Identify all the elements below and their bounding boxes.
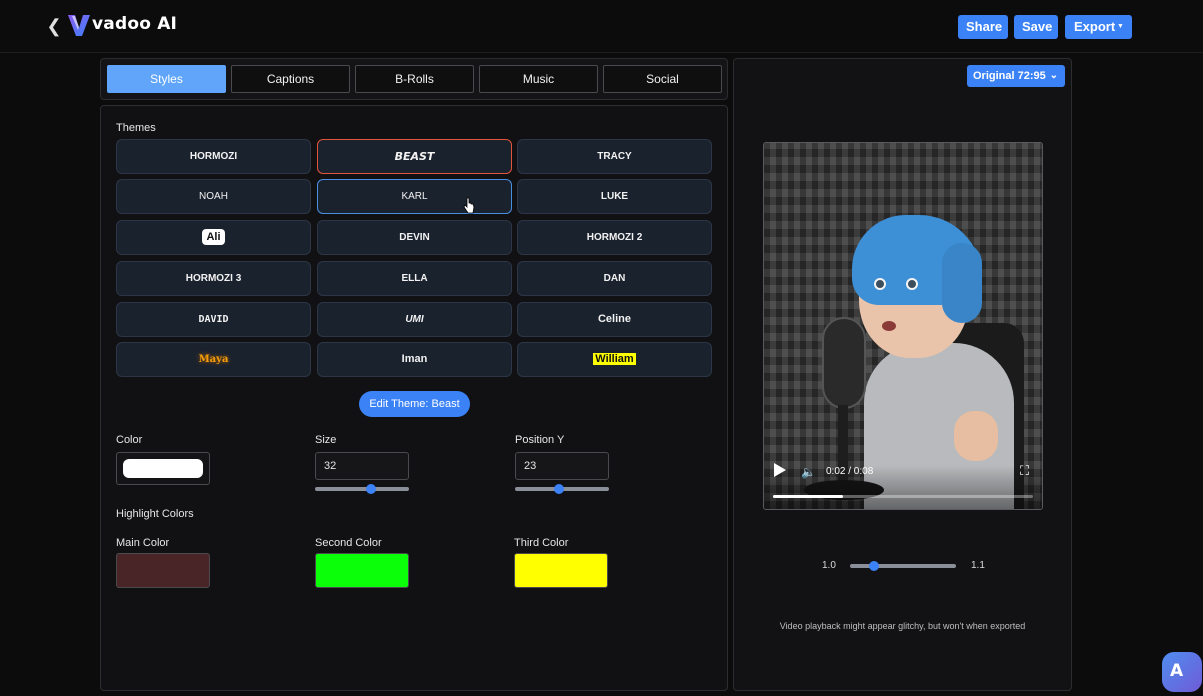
position-y-slider[interactable] <box>515 484 609 494</box>
video-child-hand <box>954 411 998 461</box>
theme-william-label: William <box>593 353 636 365</box>
export-label: Export <box>1074 19 1116 34</box>
hand-cursor-icon <box>463 197 475 214</box>
tab-b-rolls[interactable]: B-Rolls <box>355 65 474 93</box>
video-child-eye-left <box>874 278 886 290</box>
themes-heading: Themes <box>116 122 156 134</box>
main-color-label: Main Color <box>116 537 170 549</box>
video-microphone <box>822 317 866 409</box>
vadoo-logo-icon <box>68 15 90 36</box>
third-color-label: Third Color <box>514 537 569 549</box>
edit-theme-button[interactable]: Edit Theme: Beast <box>359 391 470 417</box>
position-y-input[interactable]: 23 <box>515 452 609 480</box>
play-icon[interactable] <box>774 463 786 477</box>
theme-noah[interactable]: NOAH <box>116 179 311 214</box>
theme-dan[interactable]: DAN <box>517 261 712 296</box>
caret-down-icon: ▼ <box>1117 23 1124 30</box>
brand-name: vadoo AI <box>92 14 178 34</box>
size-input[interactable]: 32 <box>315 452 409 480</box>
theme-ali-label: Ali <box>202 229 225 245</box>
video-child-hair-side <box>942 243 982 323</box>
tab-captions[interactable]: Captions <box>231 65 350 93</box>
theme-karl[interactable]: KARL <box>317 179 512 214</box>
color-label: Color <box>116 434 143 446</box>
video-progress-bar[interactable] <box>773 495 1033 498</box>
tab-social[interactable]: Social <box>603 65 722 93</box>
theme-celine[interactable]: Celine <box>517 302 712 337</box>
size-label: Size <box>315 434 337 446</box>
theme-tracy[interactable]: TRACY <box>517 139 712 174</box>
theme-devin[interactable]: DEVIN <box>317 220 512 255</box>
theme-hormozi-2[interactable]: HORMOZI 2 <box>517 220 712 255</box>
position-y-label: Position Y <box>515 434 565 446</box>
zoom-max-label: 1.1 <box>971 560 985 571</box>
second-color-swatch[interactable] <box>315 553 409 588</box>
styles-panel: Themes HORMOZI BEAST TRACY NOAH KARL LUK… <box>100 105 728 691</box>
video-player[interactable]: 🔈 0:02 / 0:08 ⛶ <box>763 142 1043 510</box>
third-color-swatch[interactable] <box>514 553 608 588</box>
assistant-icon[interactable]: A <box>1162 652 1202 692</box>
theme-maya-label: Maya <box>198 354 229 365</box>
size-slider[interactable] <box>315 484 409 494</box>
video-child-mouth <box>882 321 896 331</box>
export-button[interactable]: Export ▼ <box>1065 15 1132 39</box>
playback-note: Video playback might appear glitchy, but… <box>779 621 1026 631</box>
tab-bar: Styles Captions B-Rolls Music Social <box>100 58 728 100</box>
zoom-slider[interactable] <box>850 561 956 571</box>
theme-umi[interactable]: UMI <box>317 302 512 337</box>
tab-styles[interactable]: Styles <box>107 65 226 93</box>
theme-ali[interactable]: Ali <box>116 220 311 255</box>
tab-music[interactable]: Music <box>479 65 598 93</box>
theme-luke[interactable]: LUKE <box>517 179 712 214</box>
position-y-slider-knob[interactable] <box>554 484 565 494</box>
back-icon[interactable]: ❮ <box>46 16 62 36</box>
highlight-colors-heading: Highlight Colors <box>116 508 194 520</box>
zoom-min-label: 1.0 <box>822 560 836 571</box>
video-child-eye-right <box>906 278 918 290</box>
top-bar: ❮ vadoo AI Share Save Export ▼ <box>0 0 1203 53</box>
aspect-ratio-dropdown[interactable]: Original 72:95 ⌄ <box>967 65 1065 87</box>
color-swatch <box>123 459 203 478</box>
theme-maya[interactable]: Maya <box>116 342 311 377</box>
save-button[interactable]: Save <box>1014 15 1058 39</box>
preview-panel: Original 72:95 ⌄ 🔈 0:02 / 0:08 ⛶ 1.0 1.1… <box>733 58 1072 691</box>
share-button[interactable]: Share <box>958 15 1008 39</box>
size-slider-knob[interactable] <box>366 484 377 494</box>
video-progress-fill <box>773 495 844 498</box>
main-color-swatch[interactable] <box>116 553 210 588</box>
theme-david[interactable]: DAVID <box>116 302 311 337</box>
theme-hormozi-3[interactable]: HORMOZI 3 <box>116 261 311 296</box>
theme-iman[interactable]: Iman <box>317 342 512 377</box>
volume-icon[interactable]: 🔈 <box>801 465 817 479</box>
theme-hormozi[interactable]: HORMOZI <box>116 139 311 174</box>
video-time: 0:02 / 0:08 <box>826 466 874 477</box>
aspect-ratio-label: Original 72:95 <box>973 70 1046 82</box>
chevron-down-icon: ⌄ <box>1049 70 1058 81</box>
second-color-label: Second Color <box>315 537 382 549</box>
color-picker[interactable] <box>116 452 210 485</box>
theme-ella[interactable]: ELLA <box>317 261 512 296</box>
theme-william[interactable]: William <box>517 342 712 377</box>
fullscreen-icon[interactable]: ⛶ <box>1020 464 1034 478</box>
theme-beast[interactable]: BEAST <box>317 139 512 174</box>
zoom-slider-knob[interactable] <box>869 561 880 571</box>
